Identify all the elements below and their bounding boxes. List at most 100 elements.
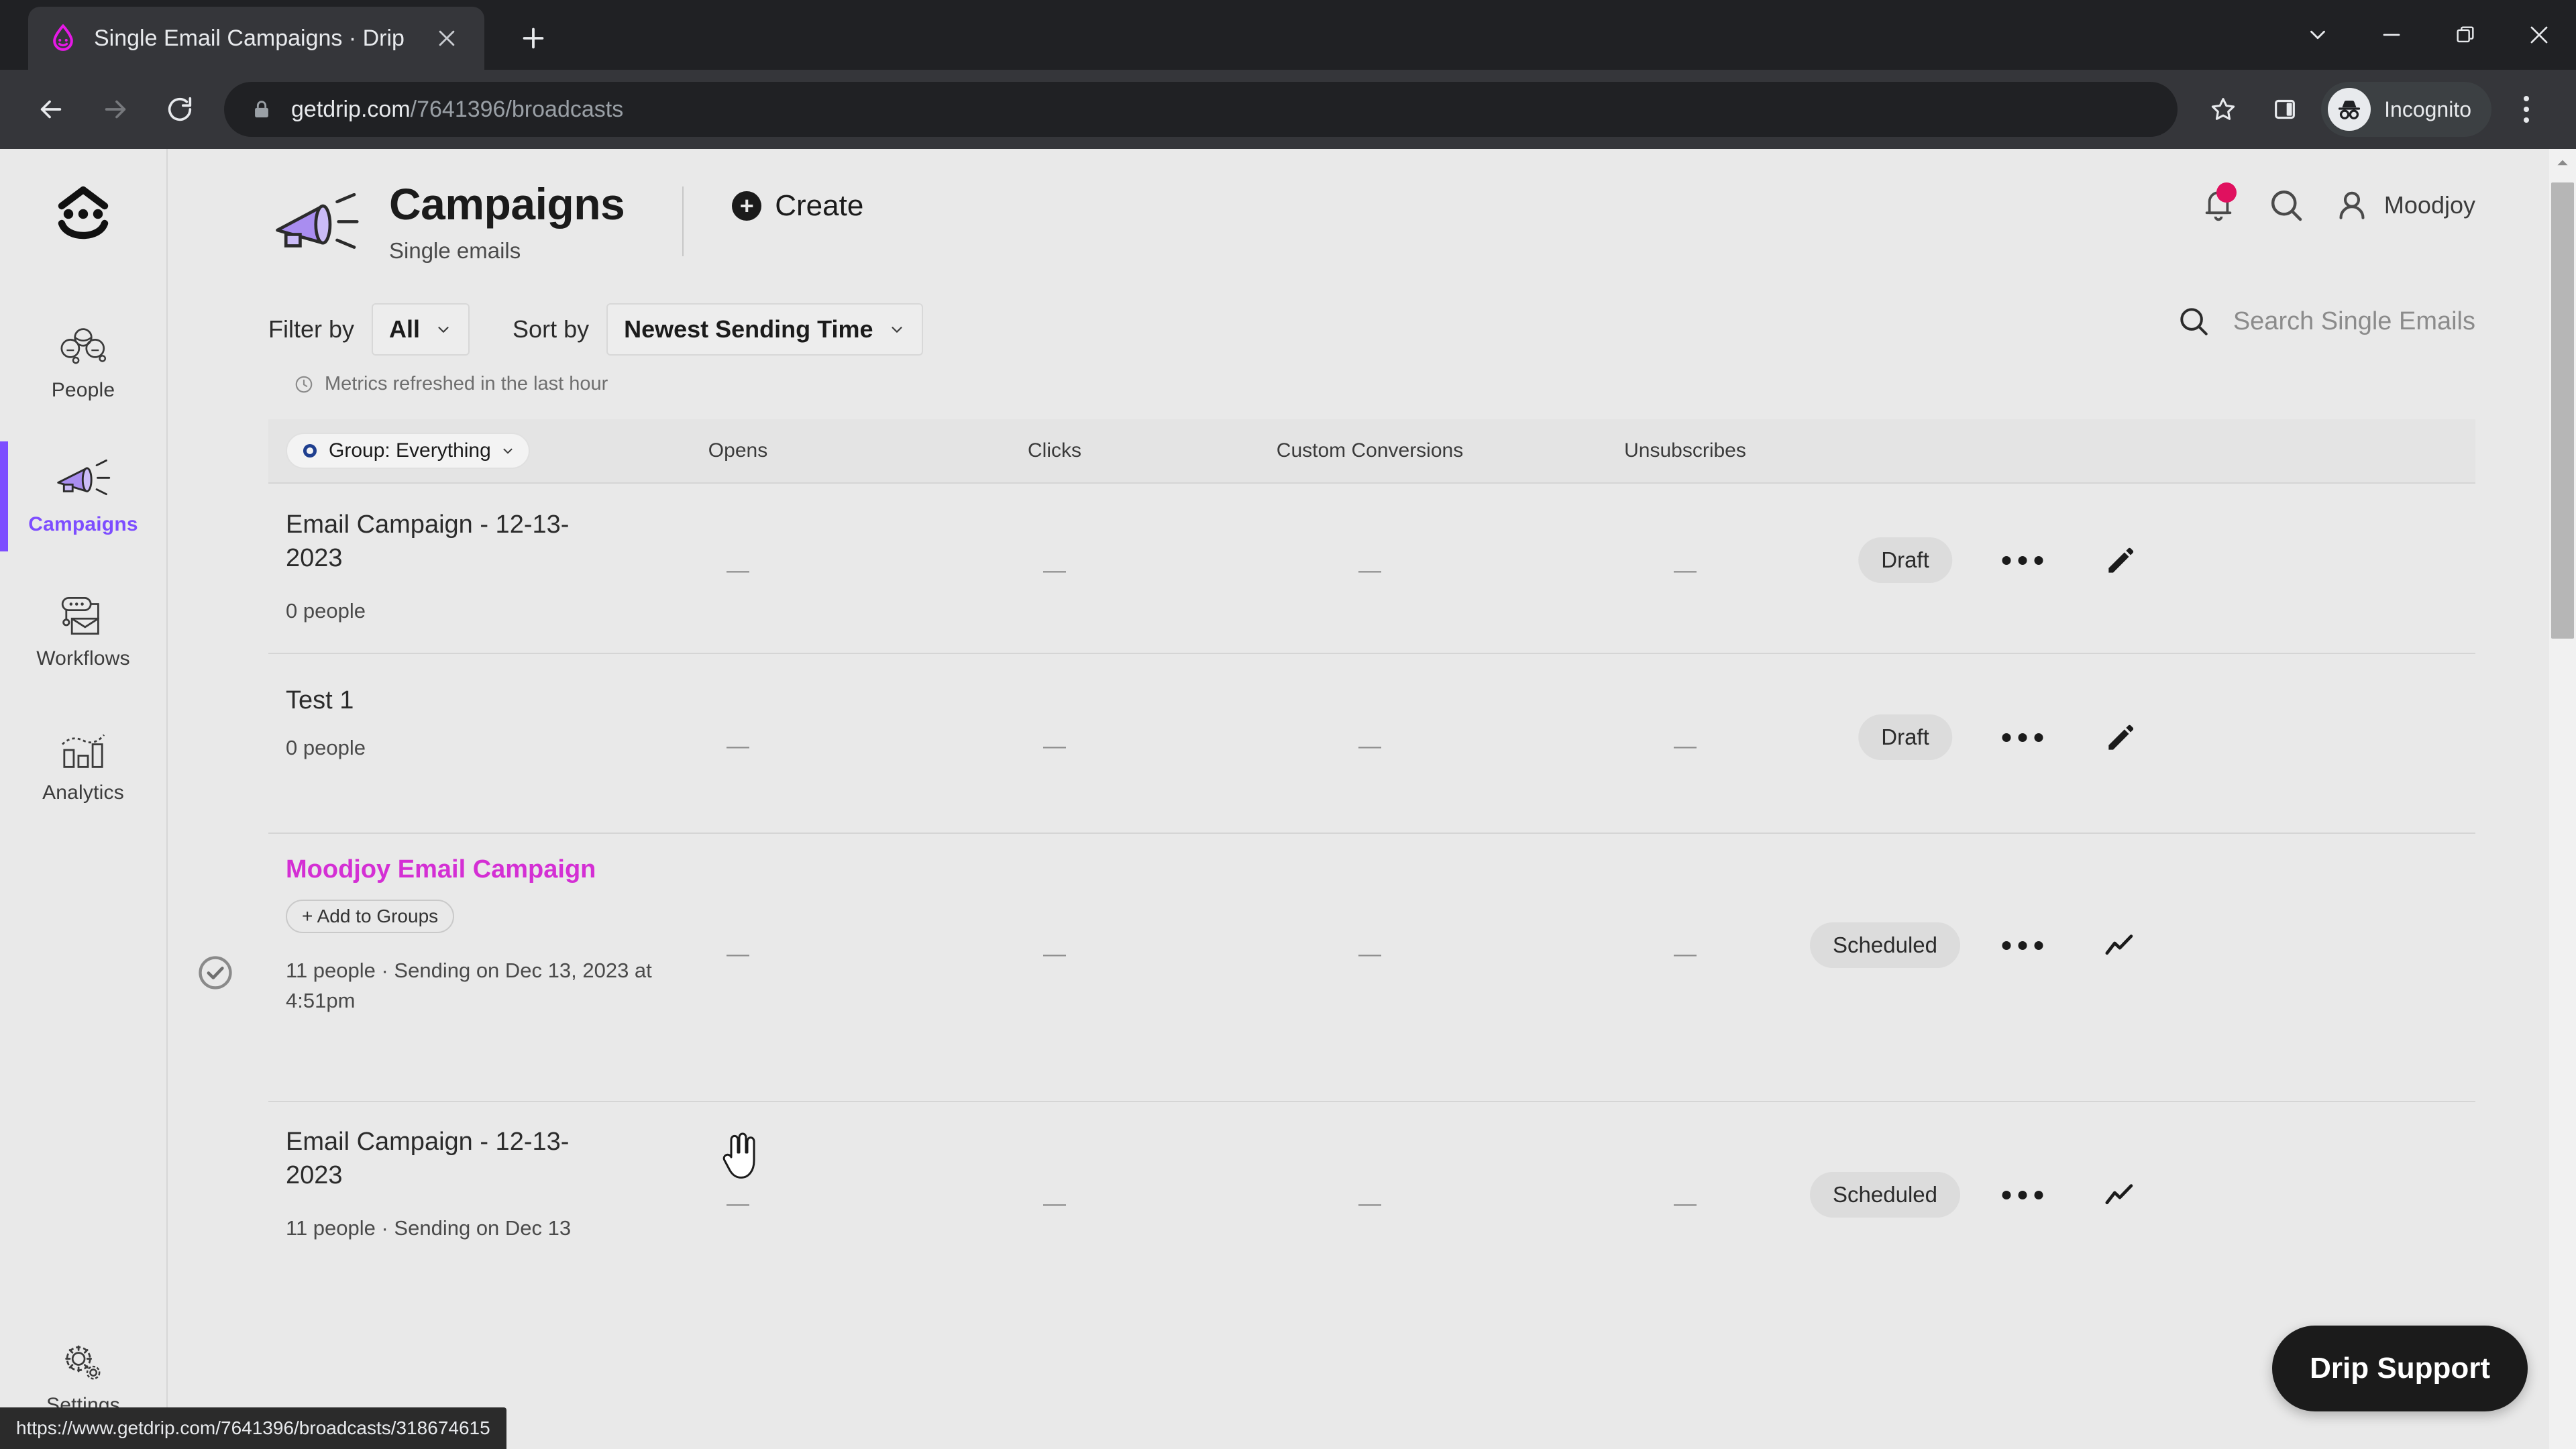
- notifications-button[interactable]: [2200, 182, 2238, 225]
- address-bar[interactable]: getdrip.com/7641396/broadcasts: [224, 82, 2178, 137]
- column-header-opens: Opens: [708, 439, 768, 462]
- metric-custom-conversions: —: [1358, 557, 1381, 583]
- close-window-button[interactable]: [2502, 0, 2576, 70]
- campaign-meta: 0 people: [286, 736, 366, 759]
- drip-logo-icon[interactable]: [43, 180, 123, 254]
- reload-button[interactable]: [148, 77, 212, 142]
- metrics-refresh-note: Metrics refreshed in the last hour: [294, 373, 2475, 395]
- minimize-button[interactable]: [2355, 0, 2428, 70]
- campaign-meta: 11 people · Sending on Dec 13, 2023 at 4…: [286, 959, 652, 1012]
- url-host: getdrip.com: [291, 96, 411, 122]
- close-icon[interactable]: [428, 19, 466, 57]
- gear-icon: [57, 1338, 109, 1387]
- column-header-custom-conversions: Custom Conversions: [1276, 439, 1464, 462]
- browser-tab[interactable]: Single Email Campaigns · Drip: [28, 7, 484, 70]
- people-icon: [56, 323, 111, 372]
- header-search-button[interactable]: [2267, 186, 2305, 224]
- pencil-icon[interactable]: [2103, 543, 2137, 576]
- group-filter-chip[interactable]: Group: Everything: [286, 433, 530, 469]
- campaigns-table: Group: Everything Opens Clicks Custom Co…: [199, 419, 2475, 1324]
- back-button[interactable]: [19, 77, 83, 142]
- browser-toolbar: getdrip.com/7641396/broadcasts Incognito: [0, 70, 2576, 149]
- filter-select[interactable]: All: [372, 303, 470, 356]
- tab-title: Single Email Campaigns · Drip: [94, 25, 405, 51]
- campaign-meta: 0 people: [286, 599, 366, 623]
- more-horizontal-icon[interactable]: [2002, 556, 2043, 565]
- header-titles: Campaigns Single emails: [389, 180, 625, 264]
- more-horizontal-icon[interactable]: [2002, 733, 2043, 742]
- metric-clicks: —: [1043, 941, 1066, 967]
- page-subtitle: Single emails: [389, 238, 521, 264]
- browser-window: Single Email Campaigns · Drip getdrip.co…: [0, 0, 2576, 1449]
- filter-select-value: All: [389, 315, 421, 343]
- trend-line-icon[interactable]: [2102, 1177, 2138, 1214]
- trend-line-icon[interactable]: [2102, 928, 2138, 964]
- create-button[interactable]: + Create: [732, 189, 863, 223]
- metric-unsubscribes: —: [1674, 1191, 1697, 1216]
- sidebar-item-workflows[interactable]: Workflows: [0, 564, 166, 698]
- more-horizontal-icon[interactable]: [2002, 1191, 2043, 1199]
- vertical-scrollbar[interactable]: [2548, 149, 2576, 1449]
- table-row[interactable]: Email Campaign - 12-13-2023 11 people · …: [268, 1102, 2475, 1324]
- tab-search-button[interactable]: [2281, 0, 2355, 70]
- sort-select-value: Newest Sending Time: [624, 315, 873, 343]
- circle-check-icon[interactable]: [196, 953, 235, 996]
- profile-label: Incognito: [2384, 97, 2471, 121]
- bookmark-star-icon[interactable]: [2192, 78, 2254, 140]
- metric-custom-conversions: —: [1358, 941, 1381, 967]
- sort-select[interactable]: Newest Sending Time: [606, 303, 923, 356]
- metric-unsubscribes: —: [1674, 733, 1697, 759]
- sidebar-item-campaigns[interactable]: Campaigns: [0, 429, 166, 564]
- new-tab-button[interactable]: [510, 15, 557, 62]
- search-single-emails[interactable]: Search Single Emails: [2177, 305, 2475, 338]
- campaign-name[interactable]: Email Campaign - 12-13-2023: [286, 1125, 608, 1192]
- list-controls: Filter by All Sort by Newest Sending Tim…: [268, 303, 2475, 356]
- search-icon: [2177, 305, 2210, 338]
- notification-badge: [2216, 182, 2237, 203]
- metric-clicks: —: [1043, 1191, 1066, 1216]
- metric-opens: —: [727, 1191, 749, 1216]
- campaign-name[interactable]: Email Campaign - 12-13-2023: [286, 508, 608, 575]
- add-to-groups-chip[interactable]: + Add to Groups: [286, 900, 455, 933]
- drip-favicon-icon: [47, 22, 79, 54]
- search-input[interactable]: Search Single Emails: [2233, 307, 2475, 336]
- chevron-down-icon: [888, 321, 906, 338]
- more-horizontal-icon[interactable]: [2002, 941, 2043, 950]
- table-header: Group: Everything Opens Clicks Custom Co…: [268, 419, 2475, 484]
- column-header-unsubscribes: Unsubscribes: [1624, 439, 1746, 462]
- chevron-down-icon: [500, 443, 515, 458]
- scroll-up-arrow-icon[interactable]: [2548, 149, 2576, 177]
- create-button-label: Create: [775, 189, 864, 222]
- lock-icon: [247, 95, 276, 124]
- campaign-meta: 11 people · Sending on Dec 13: [286, 1216, 572, 1240]
- scrollbar-thumb[interactable]: [2551, 182, 2574, 639]
- metric-clicks: —: [1043, 557, 1066, 583]
- metric-unsubscribes: —: [1674, 941, 1697, 967]
- status-badge: Draft: [1858, 714, 1952, 760]
- sidebar: People Campaigns Workflows Analytics Set…: [0, 149, 168, 1449]
- metric-opens: —: [727, 941, 749, 967]
- kebab-menu-icon[interactable]: [2496, 78, 2557, 140]
- table-row[interactable]: Email Campaign - 12-13-2023 0 people — —…: [268, 484, 2475, 654]
- account-button[interactable]: Moodjoy: [2334, 188, 2475, 223]
- campaign-name[interactable]: Test 1: [286, 684, 608, 717]
- table-row[interactable]: Test 1 0 people — — — — Draft: [268, 654, 2475, 834]
- metric-custom-conversions: —: [1358, 733, 1381, 759]
- sidebar-item-people[interactable]: People: [0, 295, 166, 429]
- sidebar-item-analytics[interactable]: Analytics: [0, 698, 166, 832]
- forward-button[interactable]: [83, 77, 148, 142]
- tab-strip: Single Email Campaigns · Drip: [0, 0, 2576, 70]
- maximize-button[interactable]: [2428, 0, 2502, 70]
- profile-button[interactable]: Incognito: [2321, 82, 2491, 137]
- status-bar-text: https://www.getdrip.com/7641396/broadcas…: [16, 1417, 490, 1438]
- account-name: Moodjoy: [2383, 191, 2475, 219]
- drip-support-button[interactable]: Drip Support: [2272, 1326, 2528, 1411]
- metric-clicks: —: [1043, 733, 1066, 759]
- campaign-name[interactable]: Moodjoy Email Campaign: [286, 853, 702, 886]
- drip-support-label: Drip Support: [2310, 1352, 2490, 1385]
- app-header: Campaigns Single emails + Create Moodjoy: [268, 149, 2475, 264]
- table-row[interactable]: Moodjoy Email Campaign + Add to Groups 1…: [199, 834, 2475, 1102]
- side-panel-icon[interactable]: [2254, 78, 2316, 140]
- status-badge: Draft: [1858, 537, 1952, 583]
- pencil-icon[interactable]: [2103, 720, 2137, 753]
